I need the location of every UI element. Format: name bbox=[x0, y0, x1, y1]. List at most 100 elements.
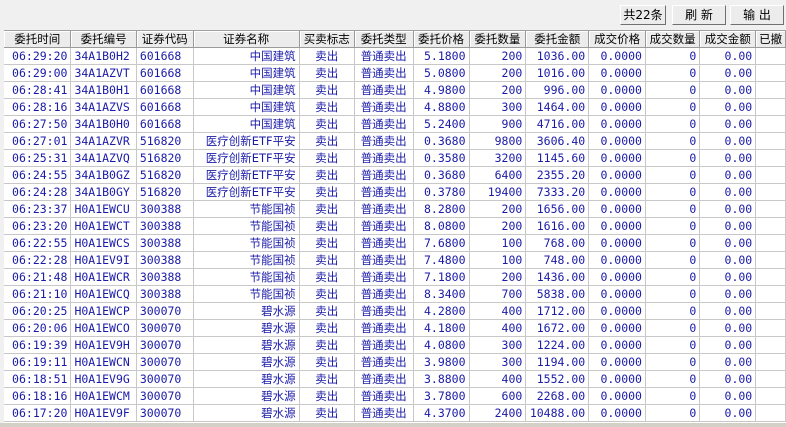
table-cell: 0.0000 bbox=[588, 200, 646, 218]
column-header[interactable]: 已撤 bbox=[755, 31, 786, 48]
table-row[interactable]: 06:28:16 34A1AZVS 601668 中国建筑 卖出 普通卖出 4.8800 30… bbox=[4, 98, 786, 116]
table-cell: 节能国祯 bbox=[193, 268, 300, 286]
table-cell-empty bbox=[755, 98, 786, 116]
table-cell: 碧水源 bbox=[193, 353, 300, 371]
table-row[interactable]: 06:23:20 H0A1EWCT 300388 节能国祯 卖出 普通卖出 8.0800 20… bbox=[4, 217, 786, 235]
table-row[interactable]: 06:25:31 34A1AZVQ 516820 医疗创新ETF平安 卖出 普通卖出 0.3… bbox=[4, 149, 786, 167]
column-header[interactable]: 委托金额 bbox=[525, 31, 590, 48]
table-row[interactable]: 06:20:06 H0A1EWCO 300070 碧水源 卖出 普通卖出 4.1800 400… bbox=[4, 319, 786, 337]
table-cell: 0.0000 bbox=[588, 217, 646, 235]
table-row[interactable]: 06:29:20 34A1B0H2 601668 中国建筑 卖出 普通卖出 5.1800 20… bbox=[4, 47, 786, 65]
table-row[interactable]: 06:18:16 H0A1EWCM 300070 碧水源 卖出 普通卖出 3.7800 600… bbox=[4, 387, 786, 405]
column-header[interactable]: 买卖标志 bbox=[299, 31, 355, 48]
table-cell-empty bbox=[755, 285, 786, 303]
table-cell: 300388 bbox=[136, 217, 194, 235]
table-cell: 06:23:37 bbox=[4, 200, 72, 218]
table-cell-empty bbox=[755, 234, 786, 252]
orders-grid[interactable]: 委托时间 委托编号 证券代码 证券名称 买卖标志 委托类型 委托价格 委托数量 委托金额 成交价格… bbox=[4, 30, 786, 424]
table-cell: 3.9800 bbox=[413, 353, 470, 371]
table-cell: H0A1EWCP bbox=[70, 302, 137, 320]
export-button[interactable]: 输 出 bbox=[730, 5, 784, 25]
table-cell: H0A1EWCM bbox=[70, 387, 137, 405]
table-cell-empty bbox=[755, 200, 786, 218]
table-cell: 4.9800 bbox=[413, 81, 470, 99]
column-header[interactable]: 证券代码 bbox=[136, 31, 194, 48]
table-cell: 0 bbox=[645, 302, 701, 320]
table-cell: 06:21:48 bbox=[4, 268, 72, 286]
table-cell: 34A1B0GY bbox=[70, 183, 137, 201]
table-row[interactable]: 06:20:25 H0A1EWCP 300070 碧水源 卖出 普通卖出 4.2800 400… bbox=[4, 302, 786, 320]
table-cell: 400 bbox=[469, 302, 527, 320]
table-cell: 0.00 bbox=[699, 404, 757, 422]
table-cell-empty bbox=[755, 336, 786, 354]
table-cell: 0.0000 bbox=[588, 64, 646, 82]
table-row[interactable]: 06:21:48 H0A1EWCR 300388 节能国祯 卖出 普通卖出 7.1800 20… bbox=[4, 268, 786, 286]
column-header[interactable]: 成交价格 bbox=[588, 31, 646, 48]
table-cell: 100 bbox=[469, 234, 527, 252]
table-row[interactable]: 06:24:28 34A1B0GY 516820 医疗创新ETF平安 卖出 普通卖出 0.3… bbox=[4, 183, 786, 201]
column-header[interactable]: 委托编号 bbox=[70, 31, 137, 48]
table-cell: 0.00 bbox=[699, 234, 757, 252]
table-cell: 普通卖出 bbox=[354, 251, 414, 269]
table-cell: 0.00 bbox=[699, 200, 757, 218]
table-cell: 700 bbox=[469, 285, 527, 303]
table-cell: 4716.00 bbox=[525, 115, 590, 133]
table-row[interactable]: 06:29:00 34A1AZVT 601668 中国建筑 卖出 普通卖出 5.0800 20… bbox=[4, 64, 786, 82]
table-row[interactable]: 06:24:55 34A1B0GZ 516820 医疗创新ETF平安 卖出 普通卖出 0.3… bbox=[4, 166, 786, 184]
table-cell: 34A1AZVQ bbox=[70, 149, 137, 167]
table-row[interactable]: 06:27:01 34A1AZVR 516820 医疗创新ETF平安 卖出 普通卖出 0.3… bbox=[4, 132, 786, 150]
table-cell: 516820 bbox=[136, 183, 194, 201]
table-row[interactable]: 06:27:50 34A1B0H0 601668 中国建筑 卖出 普通卖出 5.2400 90… bbox=[4, 115, 786, 133]
table-cell: 300070 bbox=[136, 336, 194, 354]
column-header[interactable]: 委托类型 bbox=[354, 31, 414, 48]
record-count-button[interactable]: 共22条 bbox=[620, 5, 666, 25]
table-cell-empty bbox=[755, 268, 786, 286]
table-cell: 34A1B0H1 bbox=[70, 81, 137, 99]
table-cell: 0.0000 bbox=[588, 81, 646, 99]
table-cell: 7.6800 bbox=[413, 234, 470, 252]
table-row[interactable]: 06:19:39 H0A1EV9H 300070 碧水源 卖出 普通卖出 4.0800 300… bbox=[4, 336, 786, 354]
table-cell: 0.0000 bbox=[588, 268, 646, 286]
table-row[interactable]: 06:21:10 H0A1EWCQ 300388 节能国祯 卖出 普通卖出 8.3400 70… bbox=[4, 285, 786, 303]
table-cell: 卖出 bbox=[299, 387, 355, 405]
table-cell: 06:28:41 bbox=[4, 81, 72, 99]
table-row[interactable]: 06:22:55 H0A1EWCS 300388 节能国祯 卖出 普通卖出 7.6800 10… bbox=[4, 234, 786, 252]
table-cell: 0.00 bbox=[699, 149, 757, 167]
table-cell-empty bbox=[755, 353, 786, 371]
table-cell: 普通卖出 bbox=[354, 234, 414, 252]
column-header[interactable]: 委托价格 bbox=[413, 31, 470, 48]
toolbar: 共22条 刷 新 输 出 bbox=[0, 0, 786, 30]
table-header-row: 委托时间 委托编号 证券代码 证券名称 买卖标志 委托类型 委托价格 委托数量 委托金额 成交价格… bbox=[4, 31, 786, 48]
table-row[interactable]: 06:17:20 H0A1EV9F 300070 碧水源 卖出 普通卖出 4.3700 240… bbox=[4, 404, 786, 422]
table-cell: 516820 bbox=[136, 149, 194, 167]
table-cell: 卖出 bbox=[299, 319, 355, 337]
table-cell: H0A1EWCN bbox=[70, 353, 137, 371]
table-row[interactable]: 06:18:51 H0A1EV9G 300070 碧水源 卖出 普通卖出 3.8800 400… bbox=[4, 370, 786, 388]
table-cell: 1616.00 bbox=[525, 217, 590, 235]
column-header[interactable]: 委托数量 bbox=[469, 31, 527, 48]
table-cell: 516820 bbox=[136, 166, 194, 184]
table-row[interactable]: 06:22:28 H0A1EV9I 300388 节能国祯 卖出 普通卖出 7.4800 10… bbox=[4, 251, 786, 269]
table-row[interactable]: 06:23:37 H0A1EWCU 300388 节能国祯 卖出 普通卖出 8.2800 20… bbox=[4, 200, 786, 218]
column-header[interactable]: 委托时间 bbox=[4, 31, 72, 48]
table-cell: 8.0800 bbox=[413, 217, 470, 235]
table-cell: 34A1AZVS bbox=[70, 98, 137, 116]
table-cell-empty bbox=[755, 81, 786, 99]
table-cell: 601668 bbox=[136, 64, 194, 82]
table-cell: 300070 bbox=[136, 404, 194, 422]
refresh-button[interactable]: 刷 新 bbox=[672, 5, 726, 25]
table-cell: 卖出 bbox=[299, 217, 355, 235]
table-cell: 中国建筑 bbox=[193, 64, 300, 82]
table-row[interactable]: 06:28:41 34A1B0H1 601668 中国建筑 卖出 普通卖出 4.9800 20… bbox=[4, 81, 786, 99]
table-cell: 0 bbox=[645, 387, 701, 405]
column-header[interactable]: 成交金额 bbox=[699, 31, 757, 48]
table-row[interactable]: 06:19:11 H0A1EWCN 300070 碧水源 卖出 普通卖出 3.9800 300… bbox=[4, 353, 786, 371]
table-cell: 06:20:25 bbox=[4, 302, 72, 320]
table-cell: 601668 bbox=[136, 47, 194, 65]
table-cell: 中国建筑 bbox=[193, 47, 300, 65]
column-header[interactable]: 证券名称 bbox=[193, 31, 300, 48]
column-header[interactable]: 成交数量 bbox=[645, 31, 701, 48]
table-cell: 0.00 bbox=[699, 64, 757, 82]
table-cell: 卖出 bbox=[299, 81, 355, 99]
table-cell: 卖出 bbox=[299, 149, 355, 167]
